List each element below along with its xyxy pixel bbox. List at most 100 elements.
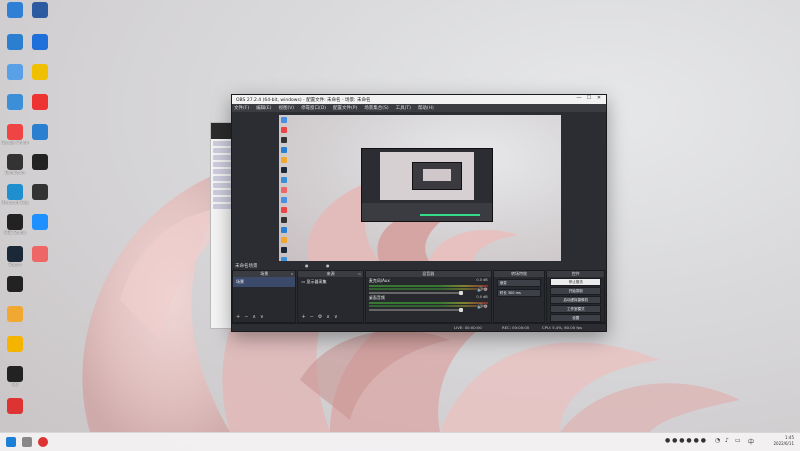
desktop-icon[interactable] (26, 246, 54, 262)
tray-icons[interactable]: ● ● ● ● ● ● (665, 437, 706, 444)
settings-button[interactable]: 设置 (550, 314, 602, 322)
preview-icon (281, 187, 287, 193)
dock-close-icon[interactable]: ▫ (358, 271, 361, 277)
start-icon[interactable] (6, 437, 16, 447)
source-item[interactable]: ▭ 显示器采集 (298, 277, 362, 287)
desktop-icon[interactable] (1, 306, 29, 322)
controls-header: 控件 (547, 271, 605, 277)
menu-item[interactable]: 帮助(H) (418, 105, 434, 111)
search-icon[interactable] (22, 437, 32, 447)
app-icon (32, 184, 48, 200)
scene-bar: 未命名场景 ● ● (232, 262, 606, 270)
desktop-icon[interactable] (1, 64, 29, 80)
obs-window[interactable]: OBS 27.2.4 (64-bit, windows) - 配置文件: 未命名… (231, 94, 607, 332)
virtual-camera-button[interactable]: 启动虚拟摄像机 (550, 296, 602, 304)
rec-status: REC: 00:00:00 (502, 325, 530, 330)
menu-item[interactable]: 工具(T) (396, 105, 411, 111)
desktop-icon[interactable]: Bandicam (1, 154, 29, 175)
controls-dock: 控件 停止推流 开始录制 启动虚拟摄像机 工作室模式 设置 退出 (546, 270, 606, 331)
monitor-icon (7, 2, 23, 18)
desktop-icon[interactable] (26, 154, 54, 170)
start-recording-button[interactable]: 开始录制 (550, 287, 602, 295)
desktop-icon[interactable] (1, 94, 29, 110)
menu-item[interactable]: 场景集合(S) (364, 105, 388, 111)
preview-icon (281, 127, 287, 133)
scene-item[interactable]: 场景 (233, 277, 296, 287)
toggle-right[interactable]: ● (326, 263, 330, 268)
window-title: OBS 27.2.4 (64-bit, windows) - 配置文件: 未命名… (236, 97, 371, 103)
nested-preview (380, 152, 474, 200)
desktop-icon[interactable] (26, 34, 54, 50)
minimize-icon[interactable]: — (574, 95, 584, 101)
input-method-icon[interactable]: 中 (748, 437, 754, 446)
desktop-icon[interactable]: Microsoft Edge (1, 184, 29, 205)
game-icon (32, 64, 48, 80)
preview-icon (281, 147, 287, 153)
preview-canvas[interactable] (279, 115, 561, 261)
scenes-toolbar[interactable]: +−∧∨ (236, 314, 268, 320)
desktop-icon[interactable] (1, 2, 29, 18)
desktop-icon-label: Bandicam (5, 170, 25, 175)
desktop-icon[interactable]: Steam (1, 246, 29, 267)
menu-item[interactable]: 文件(F) (234, 105, 249, 111)
sources-header: 来源 ▫ (298, 271, 363, 277)
volume-meter (368, 305, 488, 307)
app-icon (32, 94, 48, 110)
preview-icon (281, 167, 287, 173)
taskbar: ● ● ● ● ● ● ◔ ♪ ▭ 中 1:45 2022/6/11 (0, 432, 800, 451)
desktop-icon-label: Google Chrome (1, 140, 29, 145)
battery-icon[interactable]: ▭ (735, 437, 741, 444)
duration-field[interactable]: 时长 300 ms (496, 289, 542, 297)
menu-item[interactable]: 停靠窗口(D) (301, 105, 326, 111)
menu-item[interactable]: 配置文件(P) (333, 105, 357, 111)
menu-item[interactable]: 视图(V) (278, 105, 294, 111)
close-icon[interactable]: ✕ (594, 95, 604, 101)
desktop-icon-label: Microsoft Edge (1, 200, 29, 205)
speaker-icon[interactable]: 🔊⚙ (477, 304, 488, 310)
network-icon (7, 34, 23, 50)
desktop-icon[interactable] (26, 94, 54, 110)
desktop-icon[interactable] (26, 214, 54, 230)
preview-icon (281, 247, 287, 253)
volume-slider[interactable] (368, 308, 463, 312)
slider-knob[interactable] (458, 308, 463, 312)
toggle-left[interactable]: ● (305, 263, 309, 268)
menu-item[interactable]: 编辑(E) (256, 105, 271, 111)
track-name: 桌面音频 (368, 295, 385, 300)
desktop-icon[interactable] (26, 124, 54, 140)
studio-mode-button[interactable]: 工作室模式 (550, 305, 602, 313)
desktop-icon[interactable] (26, 2, 54, 18)
stop-stream-button[interactable]: 停止推流 (550, 278, 602, 286)
chrome-icon (7, 124, 23, 140)
desktop-icon[interactable] (26, 184, 54, 200)
menu-bar: 文件(F) 编辑(E) 视图(V) 停靠窗口(D) 配置文件(P) 场景集合(S) 工具(T… (232, 104, 606, 112)
sources-toolbar[interactable]: +−⚙∧∨ (301, 314, 341, 320)
folder-icon (7, 306, 23, 322)
track-db: 0.0 dB (476, 278, 488, 282)
obs-taskbar-icon[interactable] (38, 437, 48, 447)
wifi-icon[interactable]: ◔ (715, 437, 720, 444)
maximize-icon[interactable]: ☐ (584, 95, 594, 101)
desktop-icon[interactable]: Google Chrome (1, 124, 29, 145)
dock-close-icon[interactable]: ▫ (291, 271, 294, 277)
speaker-icon[interactable]: 🔊⚙ (477, 287, 488, 293)
desktop-icon-area: Google Chrome Bandicam Microsoft Edge OBS S… (0, 0, 60, 430)
transition-select[interactable]: 渐变 (496, 279, 542, 287)
preview-icon (281, 177, 287, 183)
desktop-icon[interactable]: QQ (1, 366, 29, 387)
mixer-track: 桌面音频 0.0 dB 🔊⚙ (366, 294, 491, 312)
desktop-icon[interactable] (26, 64, 54, 80)
desktop-icon[interactable] (1, 336, 29, 352)
clock[interactable]: 1:45 2022/6/11 (773, 435, 794, 447)
desktop-icon[interactable]: OBS Studio (1, 214, 29, 235)
desktop-icon[interactable] (1, 398, 29, 414)
preview-icon (281, 197, 287, 203)
desktop-icon-label: Steam (8, 262, 22, 267)
desktop-icon[interactable] (1, 34, 29, 50)
transitions-header: 转场特效 (493, 271, 545, 277)
qq-icon (7, 366, 23, 382)
volume-icon[interactable]: ♪ (725, 437, 729, 444)
obs-titlebar[interactable]: OBS 27.2.4 (64-bit, windows) - 配置文件: 未命名… (232, 95, 606, 104)
transitions-dock: 转场特效 渐变 时长 300 ms (492, 270, 546, 323)
desktop-icon[interactable] (1, 276, 29, 292)
